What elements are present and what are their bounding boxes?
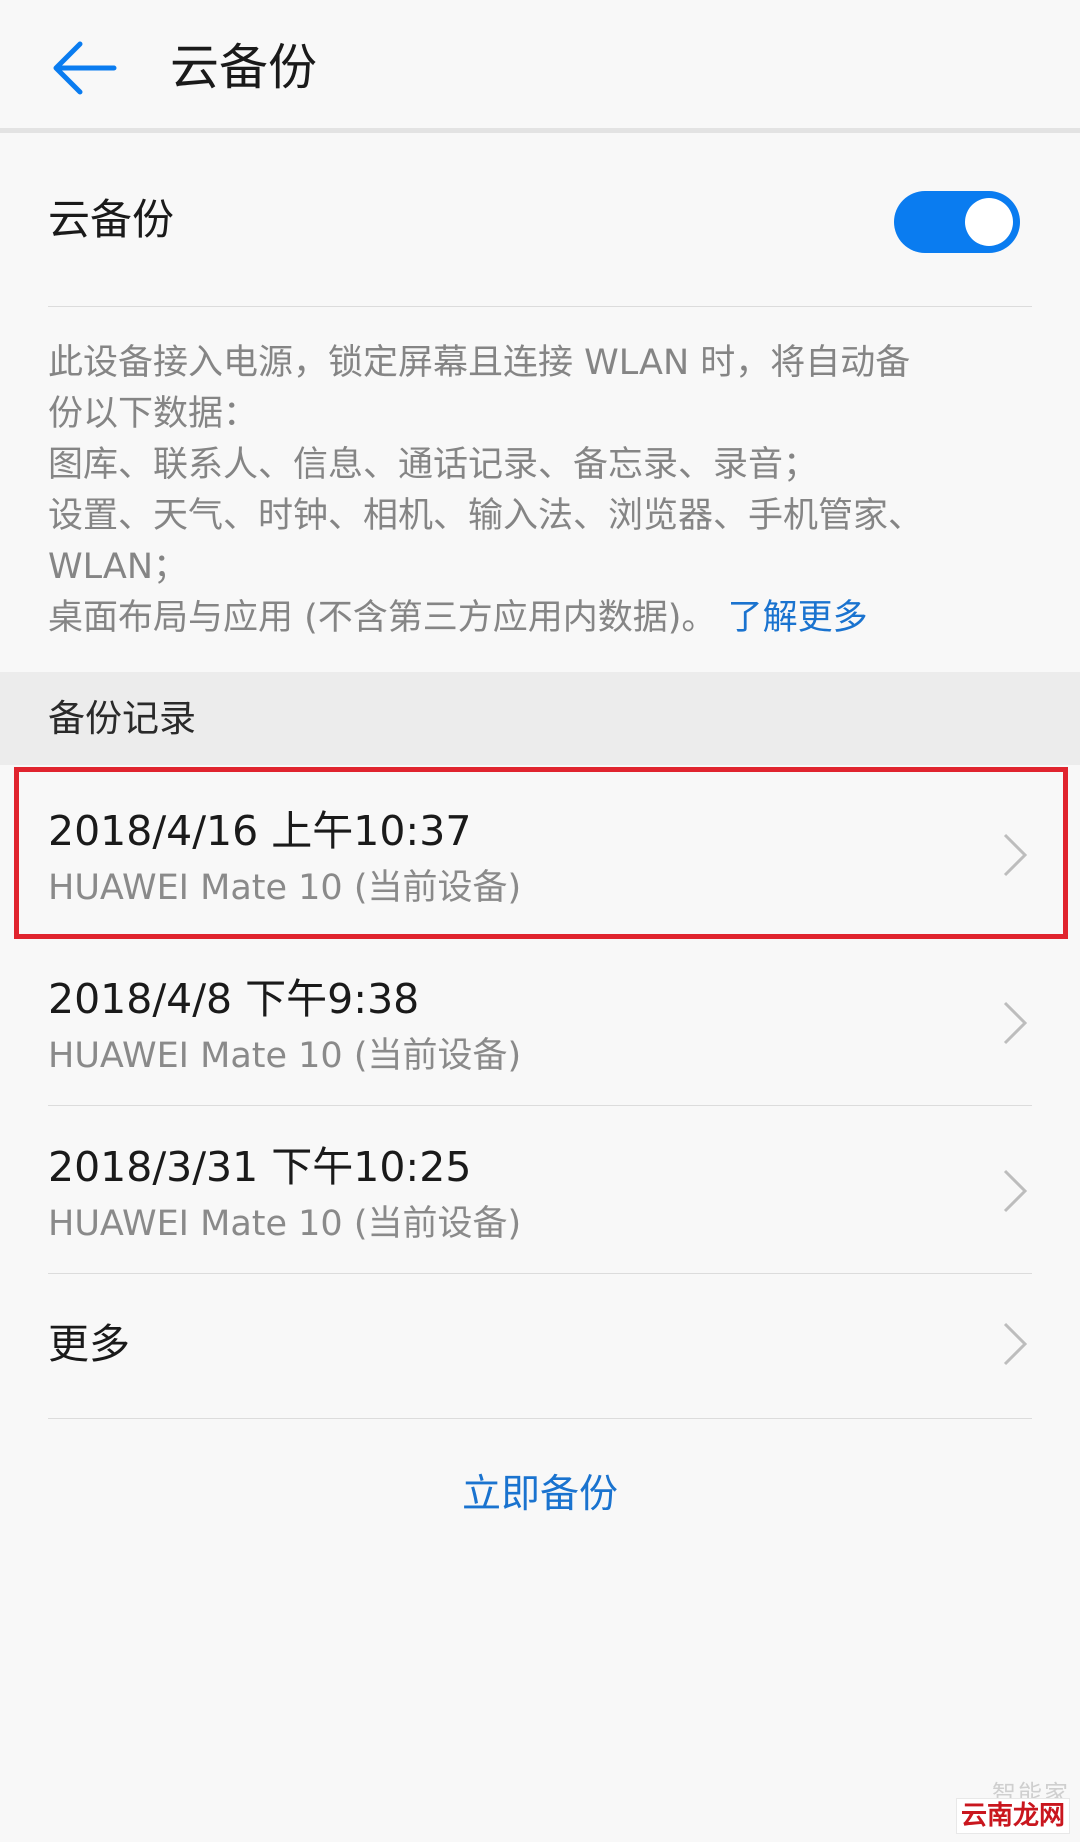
description-line: 设置、天气、时钟、相机、输入法、浏览器、手机管家、	[48, 496, 924, 536]
backup-record-device: HUAWEI Mate 10 (当前设备)	[48, 1204, 522, 1244]
more-label: 更多	[48, 1320, 130, 1368]
watermark-top-text: 智能家	[992, 1780, 1070, 1808]
backup-record-date: 2018/4/8 下午9:38	[48, 975, 420, 1023]
watermark-logo-text: 云南龙网	[955, 1798, 1070, 1834]
more-records-row[interactable]: 更多	[48, 1271, 1032, 1419]
back-button[interactable]	[44, 28, 124, 108]
description-line: 图库、联系人、信息、通话记录、备忘录、录音；	[48, 445, 819, 485]
chevron-right-icon	[1000, 830, 1030, 880]
description-text: 桌面布局与应用 (不含第三方应用内数据)。	[48, 598, 717, 638]
backup-record-device: HUAWEI Mate 10 (当前设备)	[48, 1036, 522, 1076]
backup-record-date: 2018/3/31 下午10:25	[48, 1143, 472, 1191]
backup-record-item[interactable]: 2018/4/8 下午9:38 HUAWEI Mate 10 (当前设备)	[48, 938, 1032, 1106]
chevron-right-icon	[1000, 1319, 1030, 1369]
switch-knob	[965, 198, 1013, 246]
backup-record-item[interactable]: 2018/4/16 上午10:37 HUAWEI Mate 10 (当前设备)	[48, 770, 1032, 938]
backup-record-device: HUAWEI Mate 10 (当前设备)	[48, 868, 522, 908]
backup-now-button[interactable]: 立即备份	[0, 1468, 1080, 1522]
backup-record-date: 2018/4/16 上午10:37	[48, 807, 472, 855]
section-title: 备份记录	[48, 697, 196, 740]
arrow-left-icon	[53, 41, 117, 95]
description-line: 份以下数据：	[48, 394, 259, 434]
page-title: 云备份	[170, 39, 318, 96]
description-line: WLAN；	[48, 547, 189, 587]
chevron-right-icon	[1000, 998, 1030, 1048]
backup-records-section-header: 备份记录	[0, 672, 1080, 765]
cloud-backup-toggle-label: 云备份	[48, 195, 175, 244]
backup-record-item[interactable]: 2018/3/31 下午10:25 HUAWEI Mate 10 (当前设备)	[48, 1106, 1032, 1274]
description-line-last: 桌面布局与应用 (不含第三方应用内数据)。 了解更多	[48, 593, 1038, 644]
cloud-backup-toggle-row: 云备份	[48, 137, 1032, 307]
description-line: 此设备接入电源，锁定屏幕且连接 WLAN 时，将自动备	[48, 343, 911, 383]
learn-more-link[interactable]: 了解更多	[728, 598, 868, 638]
chevron-right-icon	[1000, 1166, 1030, 1216]
app-header: 云备份	[0, 0, 1080, 133]
backup-description: 此设备接入电源，锁定屏幕且连接 WLAN 时，将自动备 份以下数据： 图库、联系…	[48, 338, 1038, 644]
cloud-backup-switch[interactable]	[894, 191, 1020, 253]
watermark: 智能家 云南龙网	[920, 1774, 1070, 1834]
